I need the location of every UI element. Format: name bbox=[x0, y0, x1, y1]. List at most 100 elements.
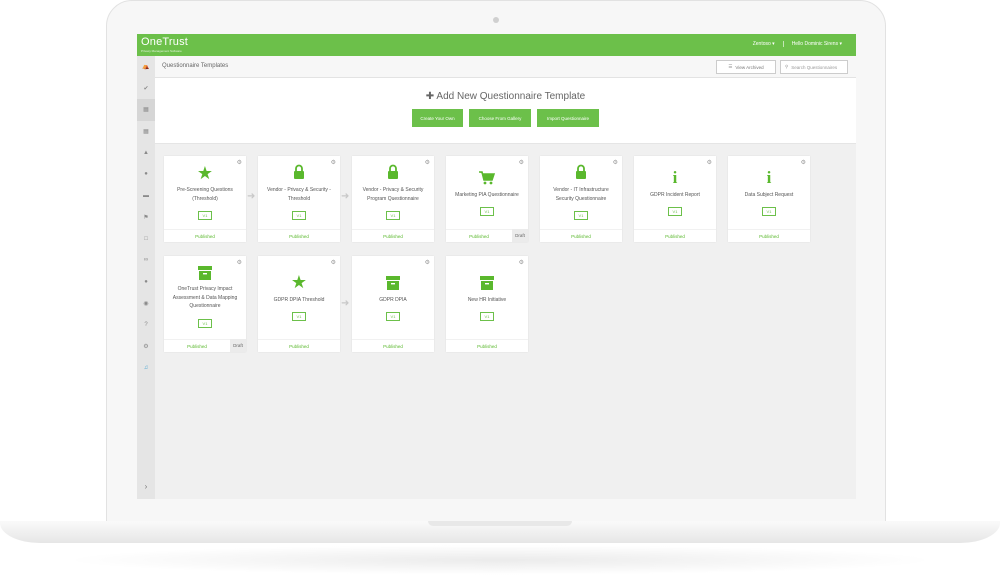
logo-tagline: Privacy Management Software bbox=[141, 49, 182, 53]
page-header: Questionnaire Templates ☰ View Archived … bbox=[155, 56, 856, 78]
view-archived-button[interactable]: ☰ View Archived bbox=[716, 60, 776, 74]
star-icon: ★ bbox=[290, 272, 308, 292]
status-label: Published bbox=[446, 339, 528, 352]
template-card[interactable]: ⚙ OneTrust Privacy Impact Assessment & D… bbox=[164, 256, 246, 352]
template-card[interactable]: ⚙ ★ Pre-Screening Questions (Threshold) … bbox=[164, 156, 246, 242]
choose-from-gallery-button[interactable]: Choose From Gallery bbox=[469, 109, 531, 127]
template-card[interactable]: ⚙ Vendor - Privacy & Security - Threshol… bbox=[258, 156, 340, 242]
cart-icon bbox=[446, 171, 528, 190]
flag-icon[interactable]: ⚑ bbox=[137, 207, 155, 229]
template-card[interactable]: ⚙ Vendor - Privacy & Security Program Qu… bbox=[352, 156, 434, 242]
add-template-buttons: Create Your Own Choose From Gallery Impo… bbox=[155, 109, 856, 127]
grid-icon[interactable]: ▦ bbox=[137, 121, 155, 143]
database-icon[interactable]: ▬ bbox=[137, 185, 155, 207]
version-badge: V1 bbox=[668, 207, 682, 216]
template-card[interactable]: ⚙ New HR Initiative V1 Published bbox=[446, 256, 528, 352]
version-badge: V1 bbox=[292, 312, 306, 321]
template-card[interactable]: ⚙ Vendor - IT Infrastructure Security Qu… bbox=[540, 156, 622, 242]
laptop-shadow bbox=[60, 545, 940, 575]
template-card[interactable]: ⚙ Marketing PIA Questionnaire V1 Publish… bbox=[446, 156, 528, 242]
camera-dot bbox=[493, 17, 499, 23]
sidebar-expand-icon[interactable]: › bbox=[137, 482, 155, 491]
document-icon[interactable]: ▦ bbox=[137, 99, 155, 121]
user-icon[interactable]: ● bbox=[137, 271, 155, 293]
sidebar: ⛺ ✔ ▦ ▦ ▲ ● ▬ ⚑ □ ∞ ● ◉ ? ⚙ ♫ › bbox=[137, 56, 155, 499]
lock-icon bbox=[258, 164, 340, 185]
import-questionnaire-button[interactable]: Import Questionnaire bbox=[537, 109, 599, 127]
version-badge: V1 bbox=[762, 207, 776, 216]
version-badge: V1 bbox=[574, 211, 588, 220]
top-bar: OneTrust Privacy Management Software Zen… bbox=[137, 34, 856, 56]
card-gear-icon[interactable]: ⚙ bbox=[707, 159, 712, 166]
megaphone-icon[interactable]: ♫ bbox=[137, 357, 155, 379]
building-icon[interactable]: ▲ bbox=[137, 142, 155, 164]
template-name: Data Subject Request bbox=[744, 192, 794, 198]
info-icon: i bbox=[766, 168, 772, 187]
template-name: GDPR DPIA bbox=[379, 297, 407, 303]
draft-tab[interactable]: Draft bbox=[230, 339, 246, 352]
template-name: Vendor - IT Infrastructure Security Ques… bbox=[553, 187, 609, 202]
link-icon[interactable]: ∞ bbox=[137, 250, 155, 272]
status-label: Published bbox=[446, 229, 512, 242]
card-gear-icon[interactable]: ⚙ bbox=[519, 259, 524, 266]
card-gear-icon[interactable]: ⚙ bbox=[425, 259, 430, 266]
card-gear-icon[interactable]: ⚙ bbox=[519, 159, 524, 166]
lock-icon bbox=[540, 164, 622, 185]
version-badge: V1 bbox=[292, 211, 306, 220]
status-label: Published bbox=[164, 339, 230, 352]
template-name: GDPR Incident Report bbox=[650, 192, 700, 198]
template-name: Marketing PIA Questionnaire bbox=[455, 192, 519, 198]
top-nav: Zentoso ▾ Hello Dominic Sirens ▾ bbox=[753, 41, 842, 47]
star-icon: ★ bbox=[196, 163, 214, 183]
status-label: Published bbox=[728, 229, 810, 242]
status-label: Published bbox=[258, 229, 340, 242]
status-label: Published bbox=[258, 339, 340, 352]
status-label: Published bbox=[634, 229, 716, 242]
status-label: Published bbox=[352, 229, 434, 242]
lock-icon bbox=[352, 164, 434, 185]
folder-icon[interactable]: □ bbox=[137, 228, 155, 250]
card-gear-icon[interactable]: ⚙ bbox=[331, 259, 336, 266]
help-icon[interactable]: ? bbox=[137, 314, 155, 336]
search-placeholder: Search Questionnaires bbox=[791, 64, 838, 70]
user-menu[interactable]: Hello Dominic Sirens ▾ bbox=[782, 41, 842, 47]
onetrust-logo[interactable]: OneTrust bbox=[141, 36, 188, 48]
info-icon: i bbox=[672, 168, 678, 187]
template-card[interactable]: ⚙ GDPR DPIA V1 Published bbox=[352, 256, 434, 352]
home-icon[interactable]: ⛺ bbox=[137, 56, 155, 78]
status-label: Published bbox=[540, 229, 622, 242]
version-badge: V1 bbox=[198, 211, 212, 220]
view-archived-label: View Archived bbox=[735, 64, 764, 70]
card-gear-icon[interactable]: ⚙ bbox=[801, 159, 806, 166]
template-name: Vendor - Privacy & Security Program Ques… bbox=[362, 187, 424, 202]
create-your-own-button[interactable]: Create Your Own bbox=[412, 109, 463, 127]
version-badge: V1 bbox=[480, 207, 494, 216]
users-icon[interactable]: ◉ bbox=[137, 293, 155, 315]
status-label: Published bbox=[352, 339, 434, 352]
search-icon: ⚲ bbox=[785, 64, 789, 69]
template-name: Pre-Screening Questions (Threshold) bbox=[177, 187, 233, 202]
add-template-title: ✚ Add New Questionnaire Template bbox=[425, 91, 586, 102]
archive-box-icon bbox=[164, 266, 246, 285]
template-card[interactable]: ⚙ ★ GDPR DPIA Threshold V1 Published bbox=[258, 256, 340, 352]
template-name: OneTrust Privacy Impact Assessment & Dat… bbox=[172, 286, 238, 309]
template-card[interactable]: ⚙ i Data Subject Request V1 Published bbox=[728, 156, 810, 242]
check-icon[interactable]: ✔ bbox=[137, 78, 155, 100]
app-screen: OneTrust Privacy Management Software Zen… bbox=[137, 34, 856, 499]
page-title: Questionnaire Templates bbox=[162, 63, 229, 69]
globe-icon[interactable]: ● bbox=[137, 164, 155, 186]
template-name: GDPR DPIA Threshold bbox=[273, 297, 325, 303]
template-card[interactable]: ⚙ i GDPR Incident Report V1 Published bbox=[634, 156, 716, 242]
company-menu[interactable]: Zentoso ▾ bbox=[753, 41, 775, 47]
list-icon: ☰ bbox=[728, 64, 733, 69]
version-badge: V1 bbox=[198, 319, 212, 328]
template-name: Vendor - Privacy & Security - Threshold bbox=[267, 187, 331, 202]
search-input[interactable]: ⚲ Search Questionnaires bbox=[780, 60, 848, 74]
version-badge: V1 bbox=[480, 312, 494, 321]
template-name: New HR Initiative bbox=[467, 297, 507, 303]
status-label: Published bbox=[164, 229, 246, 242]
version-badge: V1 bbox=[386, 211, 400, 220]
card-gear-icon[interactable]: ⚙ bbox=[237, 259, 242, 266]
draft-tab[interactable]: Draft bbox=[512, 229, 528, 242]
gear-icon[interactable]: ⚙ bbox=[137, 336, 155, 358]
